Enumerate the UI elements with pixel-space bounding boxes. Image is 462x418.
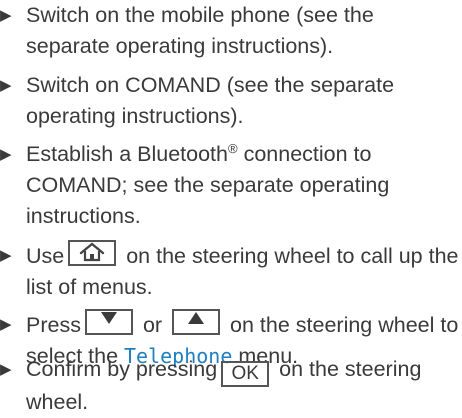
step-text: Switch on COMAND (see the separate opera… xyxy=(26,73,395,128)
arrow-down-icon xyxy=(100,312,117,324)
ok-key: OK xyxy=(221,361,270,387)
step-text: Switch on the mobile phone (see the sepa… xyxy=(26,3,374,58)
registered-mark: ® xyxy=(228,140,238,156)
bullet-arrow-icon: ▶ xyxy=(0,316,12,333)
instruction-step-2: ▶ Switch on COMAND (see the separate ope… xyxy=(0,70,462,132)
or-word: or xyxy=(136,313,169,337)
home-icon xyxy=(80,242,105,262)
bullet-arrow-icon: ▶ xyxy=(0,361,12,378)
step-text: Establish a Bluetooth® connection to COM… xyxy=(26,139,462,232)
arrow-down-key xyxy=(84,309,133,335)
bullet-arrow-icon: ▶ xyxy=(0,77,12,94)
step-text-part: Confirm by pressing xyxy=(26,357,218,381)
bullet-arrow-icon: ▶ xyxy=(0,7,12,24)
step-text-part: Press xyxy=(26,313,81,337)
instruction-step-4: ▶ Use on the steering wheel to call up t… xyxy=(0,240,462,303)
step-text: Confirm by pressing OK on the steering wh… xyxy=(26,354,462,418)
arrow-up-icon xyxy=(188,312,205,324)
arrow-up-key xyxy=(172,309,221,335)
step-text-part: Use xyxy=(26,244,65,268)
step-text-part: Establish a Bluetooth xyxy=(26,142,228,166)
step-text: Use on the steering wheel to call up the… xyxy=(26,240,462,303)
bullet-arrow-icon: ▶ xyxy=(0,146,12,163)
instruction-step-1: ▶ Switch on the mobile phone (see the se… xyxy=(0,0,462,62)
instruction-step-3: ▶ Establish a Bluetooth® connection to C… xyxy=(0,139,462,232)
instruction-list: ▶ Switch on the mobile phone (see the se… xyxy=(0,0,462,415)
instruction-step-6: ▶ Confirm by pressing OK on the steering … xyxy=(0,354,462,418)
bullet-arrow-icon: ▶ xyxy=(0,247,12,264)
home-key xyxy=(68,240,117,266)
